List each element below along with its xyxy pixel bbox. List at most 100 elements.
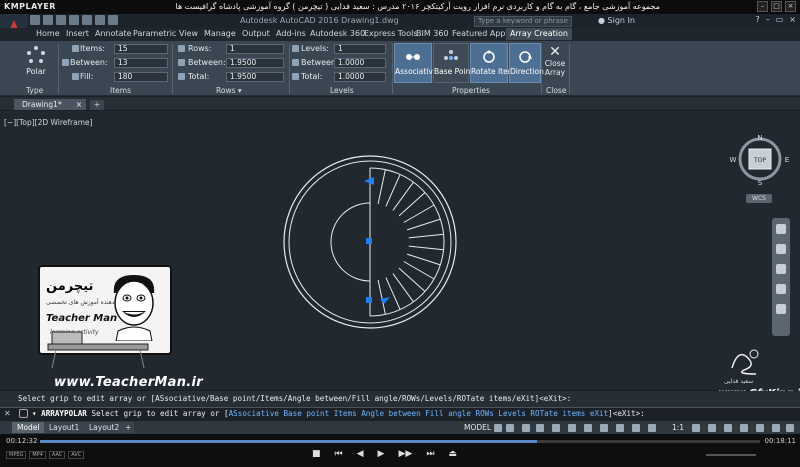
levels-count-input[interactable]: 1 — [334, 44, 386, 54]
wcs-menu[interactable]: WCS — [746, 194, 772, 203]
ortho-icon[interactable] — [522, 424, 530, 432]
command-keyword[interactable]: Base point — [283, 409, 329, 418]
compass-south[interactable]: S — [758, 179, 763, 187]
compass-east[interactable]: E — [785, 156, 789, 164]
workspace-gear-icon[interactable] — [692, 424, 700, 432]
units-icon[interactable] — [724, 424, 732, 432]
steering-wheel-icon[interactable] — [776, 224, 786, 234]
rewind-icon[interactable]: ◀ — [357, 449, 364, 459]
viewcube[interactable]: TOP N S E W — [726, 132, 794, 192]
help-icon[interactable]: ? — [755, 15, 759, 24]
drawing-file-tab[interactable]: Drawing1* × — [14, 99, 86, 110]
search-input[interactable]: Type a keyword or phrase — [474, 16, 572, 27]
command-keyword[interactable]: ASsociative — [229, 409, 279, 418]
tab-bim-360[interactable]: BIM 360 — [416, 29, 449, 38]
tab-add-ins[interactable]: Add-ins — [276, 29, 306, 38]
command-keyword[interactable]: Levels — [498, 409, 525, 418]
fill-angle-input[interactable]: 180 — [114, 72, 168, 82]
items-count-input[interactable]: 15 — [114, 44, 168, 54]
close-tab-icon[interactable]: × — [76, 99, 82, 110]
levels-total-input[interactable]: 1.0000 — [334, 72, 386, 82]
redo-icon[interactable] — [108, 15, 118, 25]
zoom-icon[interactable] — [776, 264, 786, 274]
close-icon[interactable]: × — [785, 1, 796, 12]
snap-icon[interactable] — [506, 424, 514, 432]
command-prompt[interactable]: ▾ ARRAYPOLAR Select grip to edit array o… — [32, 409, 645, 418]
annotation-scale[interactable]: 1:1 — [672, 423, 684, 432]
levels-between-input[interactable]: 1.0000 — [334, 58, 386, 68]
auto-scale-icon[interactable] — [648, 424, 656, 432]
tab-home[interactable]: Home — [36, 29, 60, 38]
close-array-button[interactable]: ✕ Close Array — [542, 45, 568, 85]
polar-tracking-icon[interactable] — [536, 424, 544, 432]
pan-icon[interactable] — [776, 244, 786, 254]
base-point-button[interactable]: Base Point — [433, 43, 473, 83]
center-grip[interactable] — [366, 238, 372, 244]
undo-icon[interactable] — [95, 15, 105, 25]
restore-icon[interactable]: ▭ — [776, 15, 784, 24]
tab-view[interactable]: View — [179, 29, 198, 38]
close-icon[interactable]: × — [789, 15, 796, 24]
hardware-acceleration-icon[interactable] — [756, 424, 764, 432]
plot-icon[interactable] — [82, 15, 92, 25]
selection-cycling-icon[interactable] — [584, 424, 592, 432]
minimize-icon[interactable]: – — [766, 15, 770, 24]
forward-icon[interactable]: ▶▶ — [398, 449, 412, 459]
annotation-monitor-icon[interactable] — [708, 424, 716, 432]
tab-featured-apps[interactable]: Featured Apps — [452, 29, 510, 38]
new-tab-button[interactable]: + — [90, 100, 104, 110]
tab-layout1[interactable]: Layout1 — [44, 422, 85, 433]
command-keyword[interactable]: eXit — [590, 409, 608, 418]
rows-panel-label[interactable]: Rows ▾ — [216, 86, 242, 95]
customize-icon[interactable] — [19, 409, 28, 418]
tab-layout2[interactable]: Layout2 — [84, 422, 125, 433]
showmotion-icon[interactable] — [776, 304, 786, 314]
sign-in-link[interactable]: ● Sign In — [598, 16, 635, 25]
customization-menu-icon[interactable] — [786, 424, 794, 432]
rows-total-input[interactable]: 1.9500 — [226, 72, 284, 82]
polar-type-button[interactable]: Polar — [18, 45, 54, 83]
direction-button[interactable]: Direction — [509, 43, 544, 83]
rows-between-input[interactable]: 1.9500 — [226, 58, 284, 68]
3d-osnap-icon[interactable] — [600, 424, 608, 432]
tab-manage[interactable]: Manage — [204, 29, 236, 38]
play-icon[interactable]: ▶ — [378, 449, 385, 459]
command-keyword[interactable]: ROWs — [476, 409, 494, 418]
compass-north[interactable]: N — [757, 134, 762, 142]
tab-output[interactable]: Output — [242, 29, 270, 38]
model-space-toggle[interactable]: MODEL — [464, 423, 491, 432]
command-keyword[interactable]: Items — [334, 409, 357, 418]
orbit-icon[interactable] — [776, 284, 786, 294]
command-keyword[interactable]: Fill angle — [425, 409, 471, 418]
close-command-line-icon[interactable]: ✕ — [4, 409, 11, 418]
seek-bar[interactable] — [40, 440, 760, 443]
save-icon[interactable] — [56, 15, 66, 25]
isolate-objects-icon[interactable] — [740, 424, 748, 432]
items-between-input[interactable]: 13 — [114, 58, 168, 68]
associative-button[interactable]: Associative — [394, 43, 437, 83]
maximize-icon[interactable]: □ — [771, 1, 782, 12]
clean-screen-icon[interactable] — [772, 424, 780, 432]
grid-icon[interactable] — [494, 424, 502, 432]
tab-express-tools[interactable]: Express Tools — [364, 29, 418, 38]
base-grip[interactable] — [366, 297, 372, 303]
annotation-visibility-icon[interactable] — [632, 424, 640, 432]
dynamic-ucs-icon[interactable] — [616, 424, 624, 432]
command-keyword[interactable]: ROTate items — [530, 409, 585, 418]
tab-parametric[interactable]: Parametric — [133, 29, 176, 38]
previous-icon[interactable]: ⏮ — [335, 449, 343, 459]
new-layout-button[interactable]: + — [122, 422, 135, 433]
rotate-items-button[interactable]: Rotate Items — [470, 43, 519, 83]
tab-model[interactable]: Model — [12, 422, 45, 433]
object-snap-icon[interactable] — [552, 424, 560, 432]
angle-grip[interactable] — [364, 177, 374, 185]
new-file-icon[interactable] — [30, 15, 40, 25]
command-keyword[interactable]: Angle between — [361, 409, 420, 418]
minimize-icon[interactable]: – — [757, 1, 768, 12]
next-icon[interactable]: ⏭ — [426, 449, 434, 459]
rows-count-input[interactable]: 1 — [226, 44, 284, 54]
tab-autodesk-360[interactable]: Autodesk 360 — [310, 29, 365, 38]
save-as-icon[interactable] — [69, 15, 79, 25]
lineweight-icon[interactable] — [568, 424, 576, 432]
open-file-icon[interactable] — [43, 15, 53, 25]
